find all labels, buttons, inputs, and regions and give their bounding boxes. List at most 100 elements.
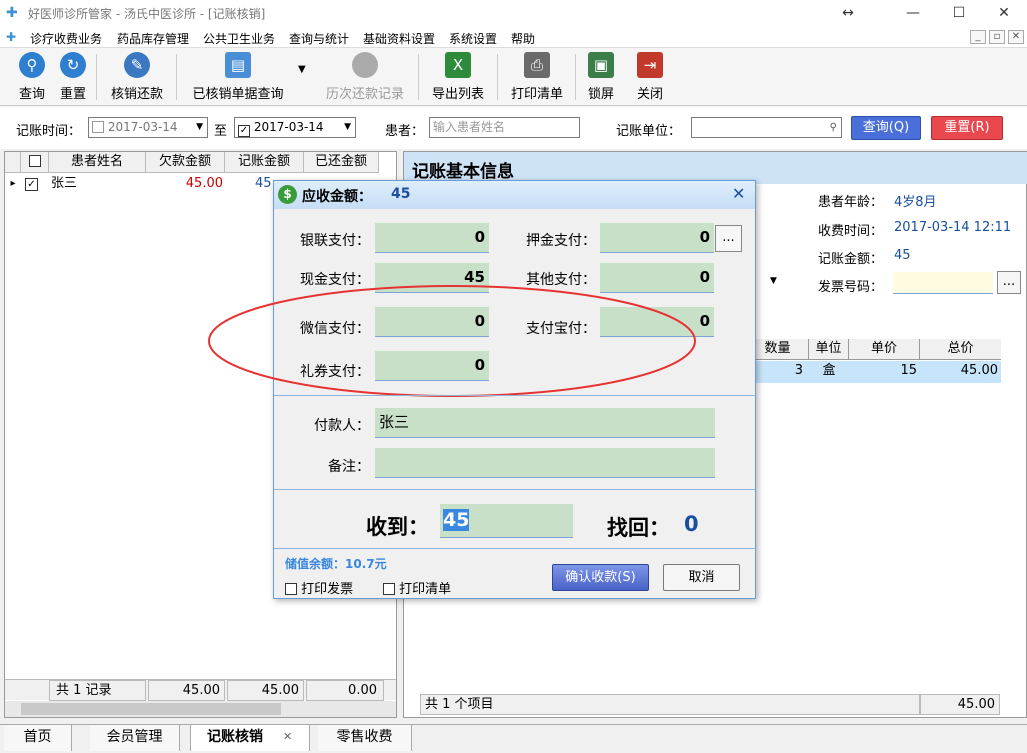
- search-button[interactable]: 查询(Q): [851, 116, 921, 140]
- amount-label: 记账金额：: [818, 252, 884, 267]
- date-label: 记账时间：: [16, 124, 82, 139]
- time-value: 2017-03-14 12:11: [894, 220, 1012, 235]
- menu-help[interactable]: 帮助: [511, 30, 535, 47]
- date-to-checkbox[interactable]: ✓: [238, 125, 250, 137]
- header-total[interactable]: 总价: [920, 339, 1001, 360]
- to-label: 至: [214, 124, 228, 139]
- confirm-payment-button[interactable]: 确认收款(S): [552, 564, 649, 591]
- menu-public-health[interactable]: 公共卫生业务: [203, 30, 275, 47]
- amount-value: 45: [894, 248, 911, 263]
- writeoff-icon: ✎: [124, 52, 150, 78]
- footer-owed-total: 45.00: [148, 680, 225, 701]
- items-footer-count: 共 1 个项目: [420, 694, 920, 715]
- maximize-button[interactable]: ☐: [936, 0, 982, 26]
- tab-home[interactable]: 首页: [4, 725, 72, 751]
- grid-horizontal-scrollbar[interactable]: [5, 701, 396, 717]
- menu-drug-stock[interactable]: 药品库存管理: [117, 30, 189, 47]
- age-value: 4岁8月: [894, 195, 937, 210]
- payment-dialog: $ 应收金额： 45 ✕ 银联支付： 0 押金支付： 0 ... 现金支付： 4…: [208, 180, 756, 599]
- print-invoice-checkbox[interactable]: [285, 583, 297, 595]
- print-list-checkbox[interactable]: [383, 583, 395, 595]
- tab-retail-charge[interactable]: 零售收费: [318, 725, 412, 751]
- tab-member-management[interactable]: 会员管理: [90, 725, 180, 751]
- date-from-picker[interactable]: 2017-03-14 ▼: [88, 117, 208, 138]
- unit-input[interactable]: ⚲: [691, 117, 842, 138]
- date-to-arrow-icon[interactable]: ▼: [344, 118, 351, 137]
- menu-query-stats[interactable]: 查询与统计: [289, 30, 349, 47]
- history-records-button[interactable]: 历次还款记录: [318, 52, 412, 104]
- deposit-input[interactable]: 0: [600, 223, 714, 253]
- header-price[interactable]: 单价: [849, 339, 920, 360]
- divider: [274, 489, 755, 490]
- query-button[interactable]: ⚲ 查询: [14, 52, 50, 104]
- header-charge-amount[interactable]: 记账金额: [225, 152, 304, 173]
- menu-clinic-fee[interactable]: 诊疗收费业务: [30, 30, 102, 47]
- reset-toolbar-button[interactable]: ↻ 重置: [55, 52, 91, 104]
- toolbar: ⚲ 查询 ↻ 重置 ✎ 核销还款 ▤ 已核销单据查询 ▼ 历次还款记录 X 导出…: [0, 48, 1027, 106]
- invoice-input[interactable]: [893, 272, 993, 294]
- tab-writeoff[interactable]: 记账核销 ✕: [190, 725, 310, 751]
- change-label: 找回：: [607, 516, 670, 540]
- item-unit: 盒: [822, 363, 836, 378]
- panel-dropdown-icon[interactable]: ▼: [770, 276, 777, 286]
- writeoff-query-button[interactable]: ▤ 已核销单据查询: [184, 52, 292, 104]
- print-list-button[interactable]: ⎙ 打印清单: [505, 52, 569, 104]
- received-input[interactable]: 45: [440, 504, 573, 538]
- items-table-row[interactable]: 3 盒 15 45.00: [747, 361, 1001, 383]
- header-unit[interactable]: 单位: [809, 339, 849, 360]
- menu-system-settings[interactable]: 系统设置: [449, 30, 497, 47]
- dropdown-arrow-icon[interactable]: ▼: [298, 64, 306, 75]
- remark-input[interactable]: [375, 448, 715, 478]
- export-list-button[interactable]: X 导出列表: [426, 52, 490, 104]
- lock-screen-button[interactable]: ▣ 锁屏: [583, 52, 619, 104]
- deposit-picker-button[interactable]: ...: [715, 225, 742, 252]
- date-from-arrow-icon[interactable]: ▼: [196, 118, 203, 137]
- unit-search-icon[interactable]: ⚲: [830, 118, 837, 137]
- row-owed-amount[interactable]: 45.00: [146, 174, 223, 195]
- footer-charge-total: 45.00: [227, 680, 304, 701]
- money-icon: $: [278, 185, 297, 204]
- row-patient-name[interactable]: 张三: [51, 174, 145, 195]
- history-icon: [352, 52, 378, 78]
- invoice-picker-button[interactable]: ...: [997, 271, 1021, 294]
- patient-label: 患者：: [385, 124, 425, 139]
- document-search-icon: ▤: [225, 52, 251, 78]
- date-from-checkbox[interactable]: [92, 121, 104, 133]
- toolbar-separator: [575, 54, 576, 100]
- select-all-checkbox[interactable]: [28, 155, 41, 167]
- reset-button[interactable]: 重置(R): [931, 116, 1003, 140]
- scrollbar-thumb[interactable]: [21, 703, 281, 715]
- payer-input[interactable]: 张三: [375, 408, 715, 438]
- date-from-value: 2017-03-14: [107, 120, 178, 134]
- row-charge-amount[interactable]: 45: [225, 174, 275, 195]
- writeoff-button[interactable]: ✎ 核销还款: [104, 52, 170, 104]
- date-to-picker[interactable]: ✓ 2017-03-14 ▼: [234, 117, 356, 138]
- search-icon: ⚲: [19, 52, 45, 78]
- grid-select-all-header[interactable]: [21, 152, 49, 173]
- menu-logo-icon: ✚: [6, 30, 17, 44]
- menu-base-settings[interactable]: 基础资料设置: [363, 30, 435, 47]
- grid-indicator-header: [5, 152, 21, 173]
- unit-label: 记账单位：: [616, 124, 682, 139]
- mdi-restore-button[interactable]: ▫: [989, 30, 1005, 44]
- patient-search-input[interactable]: 输入患者姓名: [429, 117, 580, 138]
- remark-label: 备注：: [328, 459, 370, 475]
- header-paid-amount[interactable]: 已还金额: [304, 152, 379, 173]
- header-owed-amount[interactable]: 欠款金额: [146, 152, 225, 173]
- tab-writeoff-label: 记账核销: [207, 729, 263, 745]
- row-checkbox[interactable]: ✓: [25, 178, 38, 191]
- tab-close-icon[interactable]: ✕: [283, 725, 292, 749]
- unionpay-input[interactable]: 0: [375, 223, 489, 253]
- mdi-close-button[interactable]: ✕: [1008, 30, 1024, 44]
- close-window-button[interactable]: ✕: [981, 0, 1027, 26]
- header-qty[interactable]: 数量: [747, 339, 809, 360]
- header-patient-name[interactable]: 患者姓名: [49, 152, 146, 173]
- mdi-minimize-button[interactable]: _: [970, 30, 986, 44]
- print-invoice-option[interactable]: 打印发票: [285, 578, 353, 597]
- close-toolbar-button[interactable]: ⇥ 关闭: [632, 52, 668, 104]
- minimize-button[interactable]: —: [890, 0, 936, 26]
- lock-screen-icon: ▣: [588, 52, 614, 78]
- cancel-button[interactable]: 取消: [663, 564, 740, 591]
- dialog-close-button[interactable]: ✕: [732, 184, 745, 203]
- print-list-option[interactable]: 打印清单: [383, 578, 451, 597]
